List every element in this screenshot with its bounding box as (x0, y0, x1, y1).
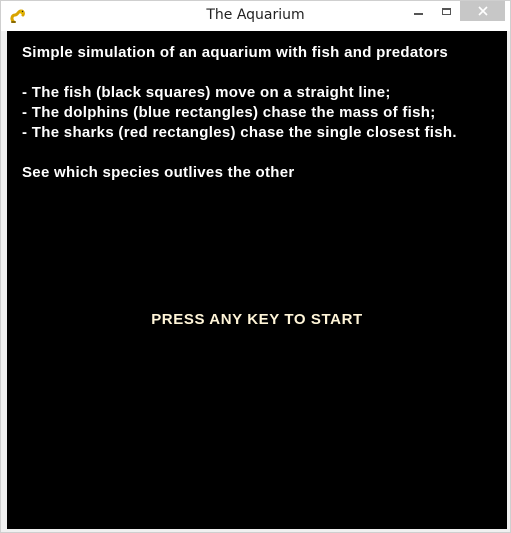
pygame-snake-icon[interactable] (9, 7, 27, 25)
minimize-button[interactable] (404, 1, 432, 21)
close-icon (477, 6, 488, 16)
rule-dolphins: - The dolphins (blue rectangles) chase t… (22, 104, 436, 121)
close-button[interactable] (460, 1, 505, 21)
app-window: The Aquarium Simple simulation of an aqu… (0, 0, 511, 533)
intro-text: Simple simulation of an aquarium with fi… (22, 43, 457, 183)
rule-fish: - The fish (black squares) move on a str… (22, 84, 391, 101)
start-prompt: PRESS ANY KEY TO START (151, 311, 363, 328)
closing-text: See which species outlives the other (22, 164, 295, 181)
intro-title: Simple simulation of an aquarium with fi… (22, 44, 449, 61)
title-bar[interactable]: The Aquarium (1, 1, 510, 31)
window-controls (404, 1, 505, 21)
maximize-icon (441, 7, 451, 15)
maximize-button[interactable] (432, 1, 460, 21)
rule-sharks: - The sharks (red rectangles) chase the … (22, 124, 457, 141)
game-canvas[interactable]: Simple simulation of an aquarium with fi… (7, 31, 507, 529)
minimize-icon (413, 13, 423, 15)
